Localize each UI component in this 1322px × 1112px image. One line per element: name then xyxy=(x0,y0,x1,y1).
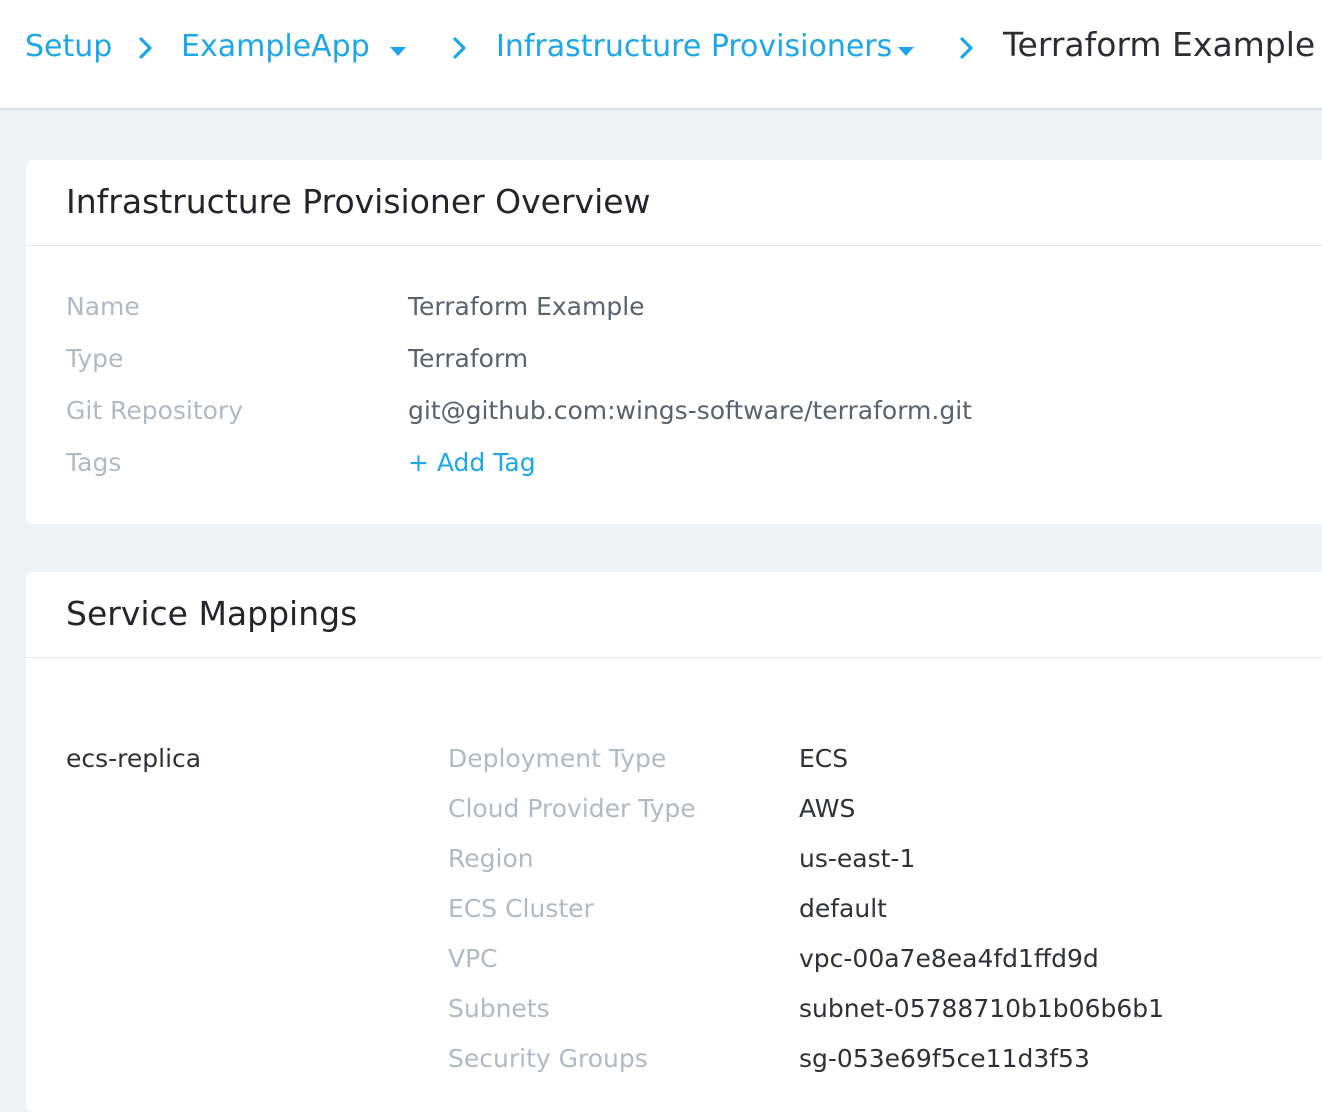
overview-title: Infrastructure Provisioner Overview xyxy=(66,182,651,221)
field-value-git-repository: git@github.com:wings-software/terraform.… xyxy=(408,396,972,425)
breadcrumb-setup[interactable]: Setup xyxy=(25,27,112,67)
breadcrumb-bar: Setup ExampleApp Infrastructure Provisio… xyxy=(0,0,1322,110)
breadcrumb-infrastructure-provisioners[interactable]: Infrastructure Provisioners xyxy=(496,27,892,67)
mapping-value-security-groups: sg-053e69f5ce11d3f53 xyxy=(799,1044,1090,1073)
mapping-label-ecs-cluster: ECS Cluster xyxy=(448,894,594,923)
chevron-right-icon xyxy=(960,37,973,59)
chevron-right-icon xyxy=(453,37,466,59)
mapping-label-region: Region xyxy=(448,844,534,873)
mapping-label-subnets: Subnets xyxy=(448,994,550,1023)
service-mappings-card-header: Service Mappings xyxy=(26,572,1322,658)
mapping-label-security-groups: Security Groups xyxy=(448,1044,648,1073)
add-tag-button[interactable]: + Add Tag xyxy=(408,446,536,480)
caret-down-icon[interactable] xyxy=(896,44,916,58)
chevron-right-icon xyxy=(139,37,152,59)
field-label-name: Name xyxy=(66,292,140,321)
field-label-type: Type xyxy=(66,344,124,373)
mapping-value-subnets: subnet-05788710b1b06b6b1 xyxy=(799,994,1165,1023)
breadcrumb-exampleapp[interactable]: ExampleApp xyxy=(181,27,370,67)
mapping-label-deployment-type: Deployment Type xyxy=(448,744,667,773)
service-mappings-title: Service Mappings xyxy=(66,594,358,633)
overview-card: Infrastructure Provisioner Overview Name… xyxy=(26,160,1322,524)
mapping-value-deployment-type: ECS xyxy=(799,744,849,773)
breadcrumb-current-page: Terraform Example xyxy=(1003,25,1316,64)
field-value-name: Terraform Example xyxy=(408,292,645,321)
field-label-tags: Tags xyxy=(66,448,122,477)
mapping-value-vpc: vpc-00a7e8ea4fd1ffd9d xyxy=(799,944,1099,973)
service-name: ecs-replica xyxy=(66,744,202,773)
field-label-git-repository: Git Repository xyxy=(66,396,244,425)
caret-down-icon[interactable] xyxy=(388,44,408,58)
mapping-value-cloud-provider-type: AWS xyxy=(799,794,856,823)
mapping-value-region: us-east-1 xyxy=(799,844,916,873)
mapping-label-cloud-provider-type: Cloud Provider Type xyxy=(448,794,696,823)
mapping-value-ecs-cluster: default xyxy=(799,894,887,923)
service-mappings-card: Service Mappings ecs-replica Deployment … xyxy=(26,572,1322,1112)
overview-card-header: Infrastructure Provisioner Overview xyxy=(26,160,1322,246)
mapping-label-vpc: VPC xyxy=(448,944,498,973)
field-value-type: Terraform xyxy=(408,344,529,373)
